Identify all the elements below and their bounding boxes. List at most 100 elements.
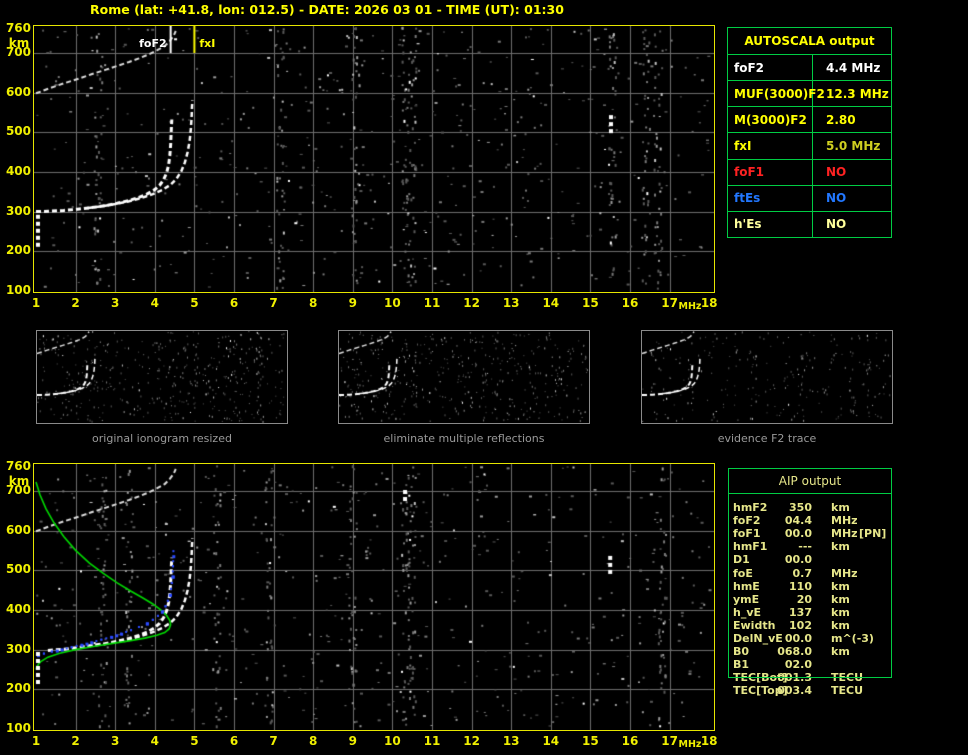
aip-row-b0: B0 068.0 km [728, 646, 892, 659]
autoscala-row-value: 5.0 MHz [826, 138, 881, 153]
aip-row-delnve: DelN_vE 00.0 m^(-3) [728, 633, 892, 646]
autoscala-row-label: foF1 [728, 159, 813, 185]
autoscala-panel-header: AUTOSCALA output [728, 28, 891, 55]
x-axis-tick-label: 3 [111, 734, 120, 748]
aip-row-value: 20 [796, 592, 812, 606]
aip-row-value: 0.7 [792, 566, 813, 580]
thumbnail-f2-canvas [641, 330, 893, 424]
y-axis-tick-label: 300 [5, 203, 31, 218]
autoscala-row-ftes: ftEs NO [728, 185, 891, 212]
x-axis-tick-label: 9 [348, 296, 357, 310]
thumbnail-f2-trace [641, 330, 893, 424]
aip-row-hve: h_vE 137 km [728, 605, 892, 620]
aip-row-label: ymE [733, 592, 760, 606]
x-axis-tick-label: 12 [463, 296, 480, 310]
x-axis-tick-label: 10 [384, 734, 401, 748]
aip-row-value: 04.4 [784, 514, 812, 528]
x-axis-tick-label: 14 [542, 734, 560, 748]
y-axis-tick-label: 300 [5, 641, 31, 656]
autoscala-row-label: foF2 [728, 55, 813, 81]
y-axis-unit-label: km [8, 474, 30, 488]
x-axis-tick-label: 7 [269, 734, 278, 748]
autoscala-row-fxi: fxI 5.0 MHz [728, 133, 891, 160]
thumbnail-caption-f2trace: evidence F2 trace [717, 432, 817, 445]
aip-row-unit: TECU [831, 671, 864, 685]
aip-row-foe: foE 0.7 MHz [728, 566, 892, 581]
aip-row-label: B0 [733, 645, 750, 659]
aip-row-value: 137 [789, 605, 812, 619]
x-axis-unit-label: MHz [678, 739, 702, 750]
y-axis-tick-label: 400 [5, 163, 31, 178]
y-axis-tick-label: 400 [5, 601, 31, 616]
thumbnail-eliminate-reflections [338, 330, 590, 424]
aip-row-unit: m^(-3) [831, 632, 874, 645]
autoscala-row-value: 4.4 MHz [826, 60, 881, 75]
autoscala-row-hes: h'Es NO [728, 211, 891, 237]
aip-row-tecbot: TEC[Bot] 001.3 TECU [728, 672, 892, 685]
autoscala-screen: Rome (lat: +41.8, lon: 012.5) - DATE: 20… [0, 0, 968, 755]
autoscala-row-value: NO [826, 217, 847, 232]
x-axis-tick-label: 13 [502, 296, 520, 310]
autoscala-row-label: fxI [728, 133, 813, 159]
aip-row-value: 00.0 [784, 632, 812, 645]
aip-row-label: B1 [733, 658, 750, 672]
aip-row-value: 00.0 [784, 527, 812, 541]
aip-row-value: 110 [789, 579, 812, 593]
x-axis-tick-label: 10 [384, 296, 401, 310]
aip-row-extra: [PN] [859, 527, 887, 541]
fxi-marker-label: fxI [199, 37, 216, 50]
aip-row-unit: km [831, 540, 850, 554]
x-axis-tick-label: 12 [463, 734, 480, 748]
aip-row-value: --- [798, 540, 812, 554]
aip-row-value: 068.0 [777, 645, 812, 659]
aip-row-hme: hmE 110 km [728, 579, 892, 594]
aip-row-unit: MHz [831, 527, 858, 541]
aip-row-unit: km [831, 501, 850, 514]
y-axis-tick-label: 600 [5, 84, 31, 99]
y-axis-unit-label: km [8, 36, 30, 50]
aip-row-fof1: foF1 00.0 MHz [PN] [728, 528, 892, 541]
autoscala-row-value: 2.80 [826, 112, 856, 127]
aip-row-label: h_vE [733, 605, 762, 619]
x-axis-tick-label: 5 [190, 296, 199, 310]
x-axis-tick-label: 7 [269, 296, 278, 310]
y-axis-tick-label: 500 [5, 562, 31, 577]
aip-row-value: 02.0 [784, 658, 812, 672]
aip-row-value: 00.0 [784, 553, 812, 567]
aip-row-unit: km [831, 618, 850, 632]
aip-row-label: foE [733, 566, 753, 580]
aip-row-b1: B1 02.0 [728, 659, 892, 672]
aip-row-value: 001.3 [777, 671, 812, 685]
aip-output-panel: AIP output hmF2 350 km foF2 04.4 MHz foF1 00.0 M… [728, 468, 892, 698]
y-axis-tick-label: 600 [5, 522, 31, 537]
autoscala-row-fof2: foF2 4.4 MHz [728, 55, 891, 82]
x-axis-tick-label: 1 [31, 296, 41, 310]
x-axis-tick-label: 2 [71, 296, 80, 310]
aip-row-label: hmF2 [733, 501, 768, 514]
aip-row-value: 003.4 [777, 684, 812, 698]
x-axis-tick-label: 15 [582, 734, 599, 748]
autoscala-row-value: NO [826, 165, 847, 180]
aip-row-unit: MHz [831, 514, 858, 528]
thumbnail-caption-eliminate: eliminate multiple reflections [383, 432, 545, 445]
aip-row-unit: MHz [831, 566, 858, 580]
x-axis-tick-label: 16 [621, 734, 639, 748]
autoscala-row-muf3000f2: MUF(3000)F2 12.3 MHz [728, 81, 891, 108]
aip-row-ewidth: Ewidth 102 km [728, 618, 892, 633]
y-axis-tick-label: 760 [5, 21, 31, 35]
autoscala-row-label: ftEs [728, 185, 813, 211]
aip-row-hmf2: hmF2 350 km [728, 502, 892, 515]
thumbnail-caption-original: original ionogram resized [92, 432, 232, 445]
y-axis-tick-label: 760 [5, 459, 31, 473]
x-axis-tick-label: 1 [31, 734, 41, 748]
aip-row-yme: ymE 20 km [728, 592, 892, 607]
autoscala-output-panel: AUTOSCALA output foF2 4.4 MHz MUF(3000)F2 1… [727, 27, 892, 238]
autoscala-row-m3000f2: M(3000)F2 2.80 [728, 107, 891, 134]
aip-row-label: D1 [733, 553, 750, 567]
aip-row-hmf1: hmF1 --- km [728, 541, 892, 554]
x-axis-tick-label: 3 [111, 296, 120, 310]
aip-row-unit: km [831, 579, 850, 593]
x-axis-tick-label: 8 [309, 734, 318, 748]
aip-row-value: 102 [789, 618, 812, 632]
aip-row-label: foF2 [733, 514, 761, 528]
